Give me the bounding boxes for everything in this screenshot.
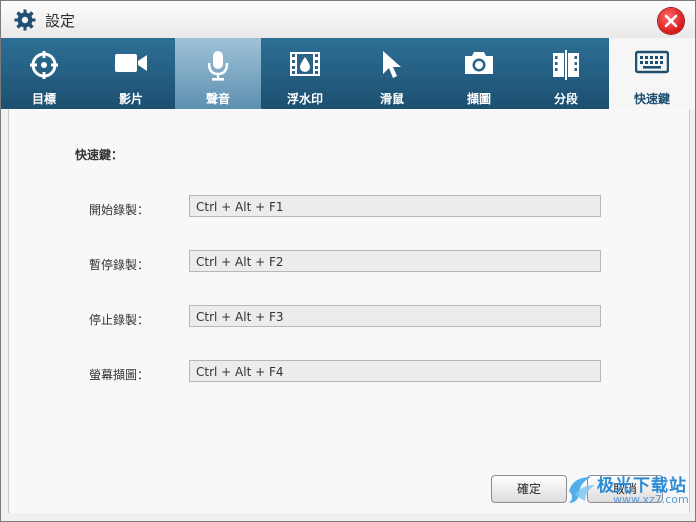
segment-icon <box>553 50 579 80</box>
pause-recording-hotkey-field[interactable]: Ctrl + Alt + F2 <box>189 250 601 272</box>
site-watermark: 极光下载站 www.xz7.com <box>561 471 691 511</box>
mouse-cursor-icon <box>383 51 401 78</box>
tab-label: 快速鍵 <box>633 92 670 106</box>
start-recording-hotkey-field[interactable]: Ctrl + Alt + F1 <box>189 195 601 217</box>
tab-label: 目標 <box>31 92 56 106</box>
tab-target[interactable]: 目標 <box>1 38 87 109</box>
tab-label: 擷圖 <box>466 92 491 106</box>
tab-label: 滑鼠 <box>379 92 404 106</box>
tab-audio[interactable]: 聲音 <box>175 38 261 109</box>
tab-label: 分段 <box>553 92 578 106</box>
hotkeys-panel: 快速鍵： 開始錄製： Ctrl + Alt + F1 暫停錄製： Ctrl + … <box>8 109 690 513</box>
camera-icon <box>465 52 493 74</box>
stop-recording-hotkey-field[interactable]: Ctrl + Alt + F3 <box>189 305 601 327</box>
microphone-icon <box>207 51 229 81</box>
window-title: 設定 <box>45 12 76 30</box>
ok-button[interactable]: 確定 <box>491 475 567 503</box>
video-camera-icon <box>115 54 147 72</box>
target-icon <box>30 51 58 79</box>
tab-watermark[interactable]: 浮水印 <box>261 38 349 109</box>
tab-bar: 目標 影片 聲音 浮水印 滑鼠 擷圖 分段 快速鍵 <box>1 38 695 109</box>
close-button[interactable] <box>658 8 684 34</box>
gear-icon <box>14 9 36 31</box>
tab-hotkeys[interactable]: 快速鍵 <box>609 38 695 109</box>
tab-label: 聲音 <box>205 92 230 106</box>
tab-mouse[interactable]: 滑鼠 <box>349 38 435 109</box>
tab-video[interactable]: 影片 <box>87 38 175 109</box>
settings-window: 設定 目標 影片 聲音 浮水印 滑鼠 擷圖 分段 快速鍵 快速鍵： 開始錄製： … <box>0 0 696 522</box>
tab-screenshot[interactable]: 擷圖 <box>435 38 523 109</box>
aurora-logo-icon <box>569 477 595 503</box>
watermark-url: www.xz7.com <box>613 493 689 506</box>
tab-segment[interactable]: 分段 <box>523 38 609 109</box>
section-title: 快速鍵： <box>75 148 124 162</box>
screenshot-hotkey-field[interactable]: Ctrl + Alt + F4 <box>189 360 601 382</box>
tab-label: 浮水印 <box>286 92 323 106</box>
close-icon <box>664 14 678 28</box>
watermark-film-icon <box>290 52 320 76</box>
title-bar: 設定 <box>1 1 695 38</box>
keyboard-icon <box>635 50 669 74</box>
tab-label: 影片 <box>118 92 143 106</box>
